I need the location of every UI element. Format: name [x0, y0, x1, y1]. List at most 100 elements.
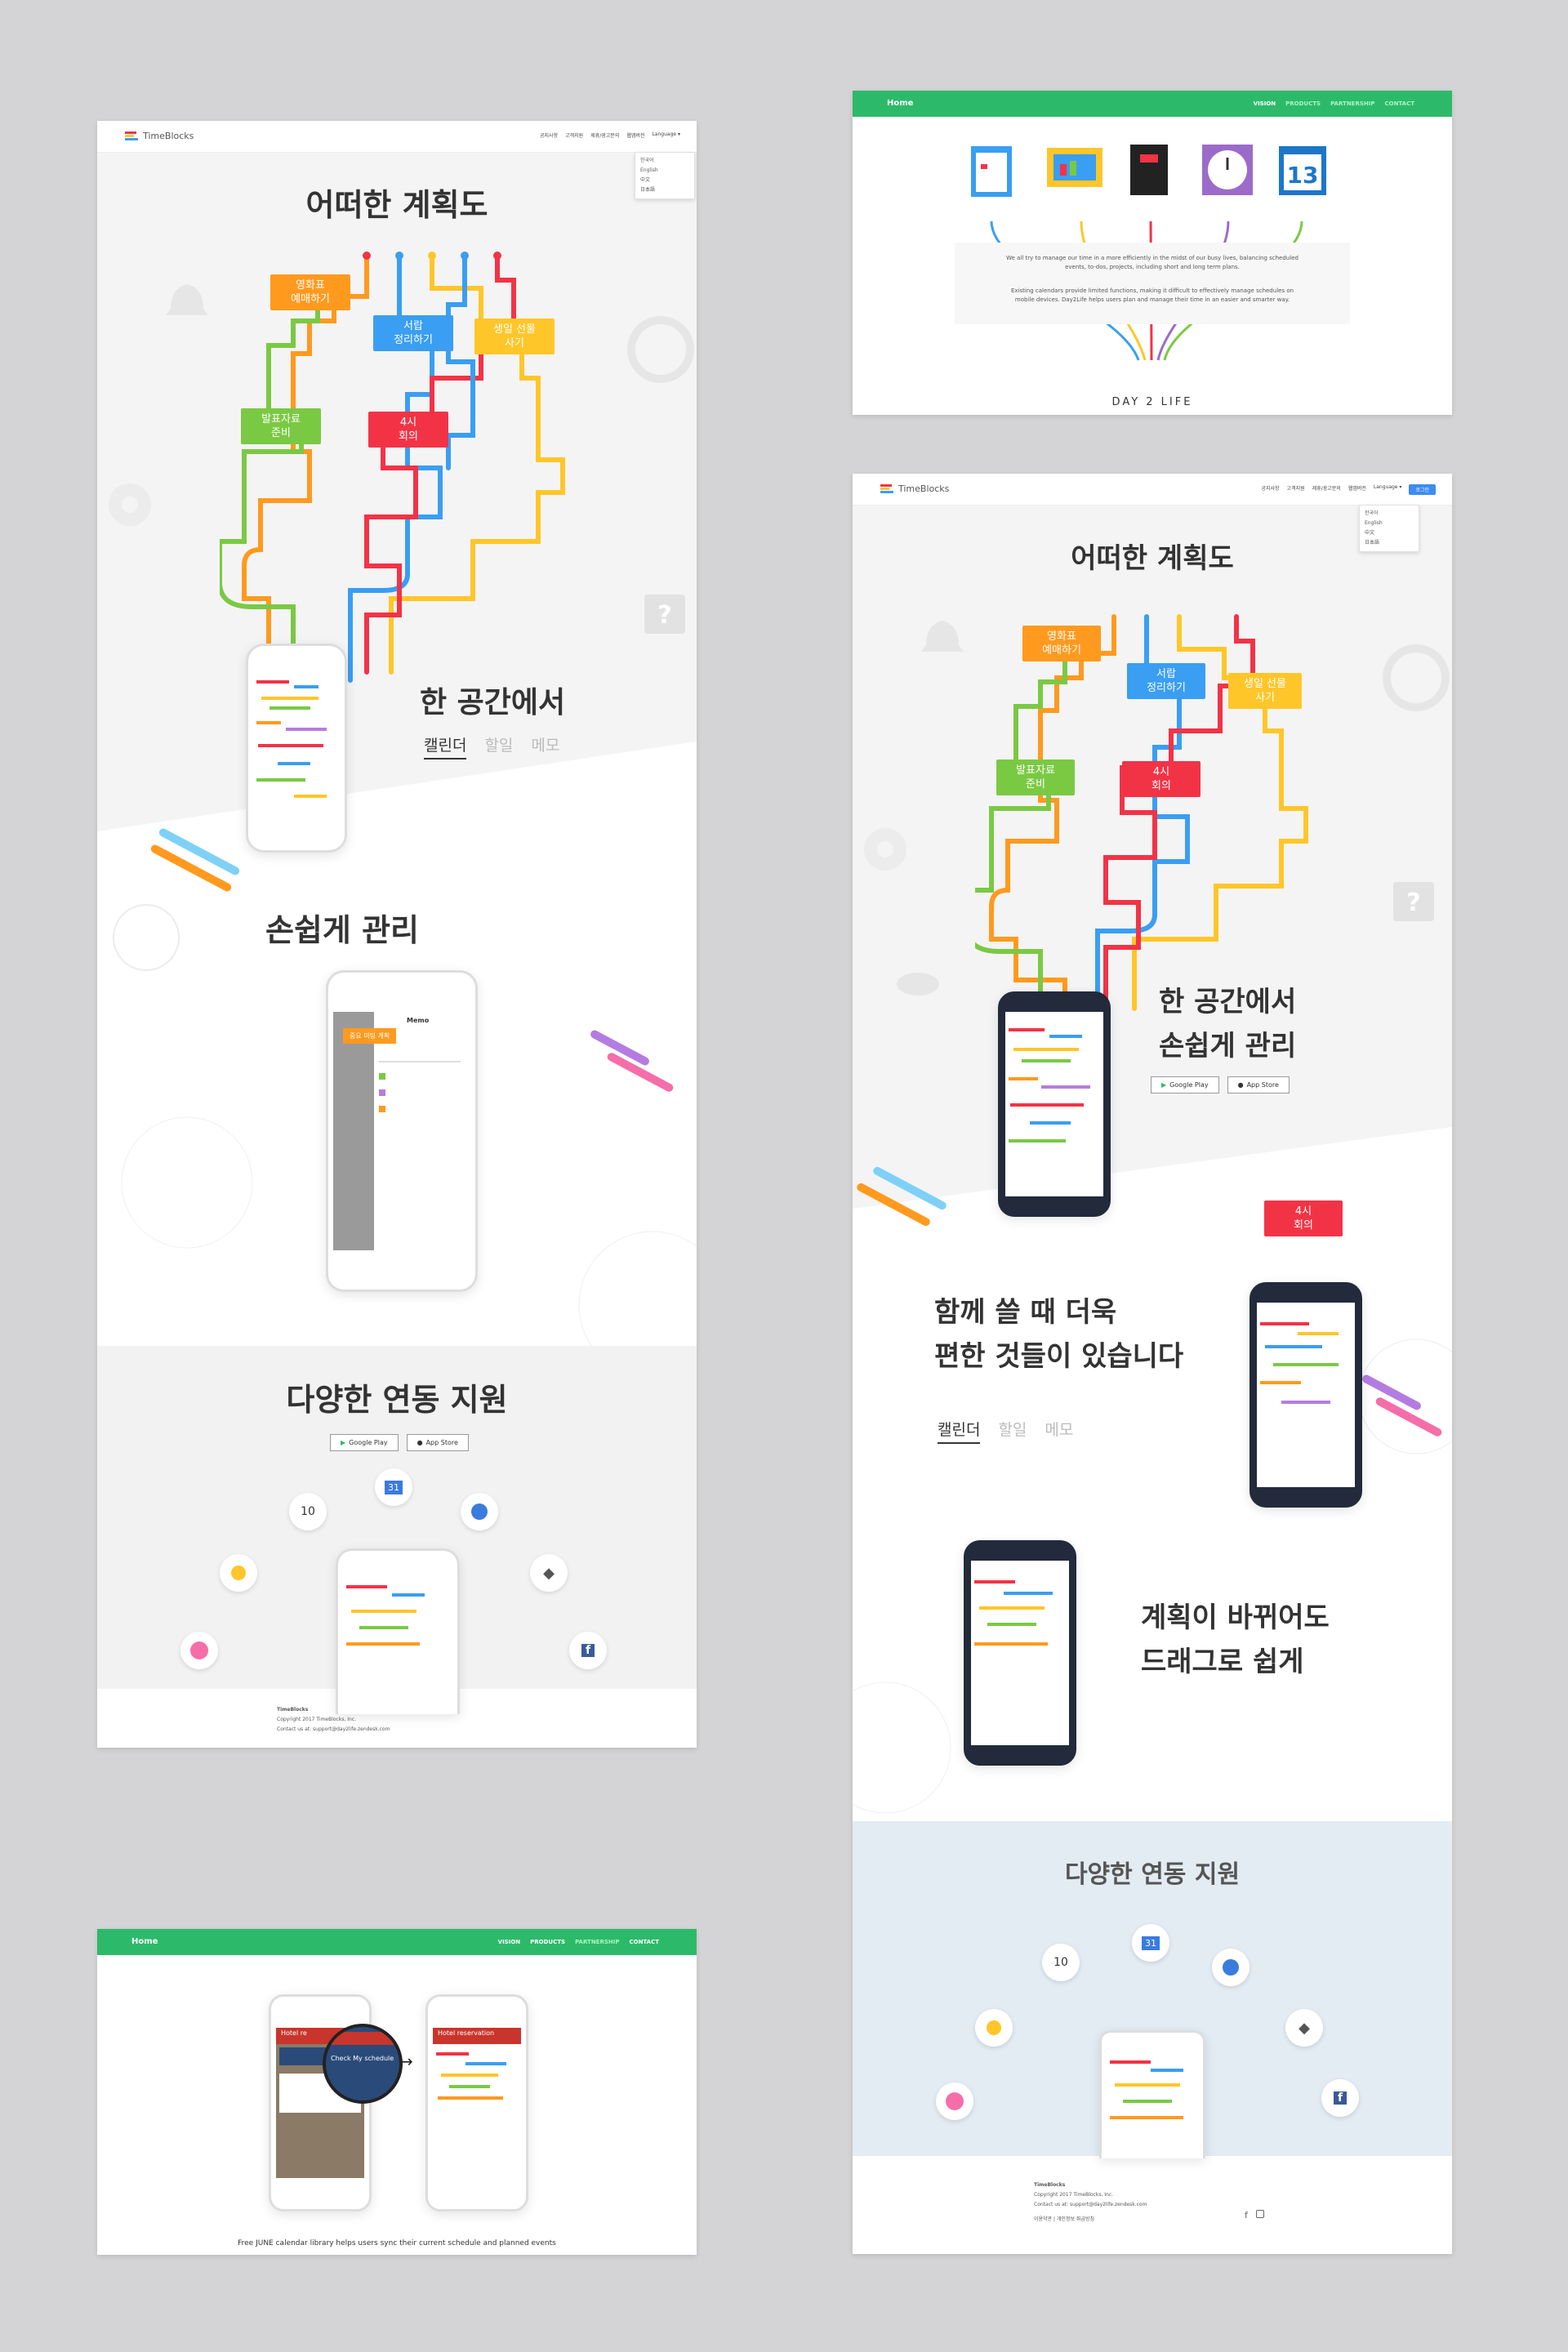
store-buttons: ▶ Google Play ● App Store [330, 1434, 469, 1451]
app-store-button[interactable]: ● App Store [406, 1434, 469, 1451]
login-button[interactable]: 로그인 [1409, 484, 1436, 495]
app-store-button[interactable]: ● App Store [1227, 1076, 1290, 1094]
memo-sidebar [333, 1012, 374, 1250]
section-line-1: 함께 쓸 때 더욱 [934, 1296, 1117, 1329]
nav-support[interactable]: 고객지원 [1287, 484, 1305, 495]
footer-brand: TimeBlocks [277, 1707, 309, 1713]
nav-vision[interactable]: VISION [1254, 100, 1276, 107]
tag-presentation: 발표자료 준비 [241, 408, 321, 444]
top-nav-green: Home VISION PRODUCTS PARTNERSHIP CONTACT [97, 1929, 697, 1955]
instagram-icon[interactable] [1256, 2210, 1264, 2218]
logo[interactable]: TimeBlocks [125, 131, 194, 141]
google-play-button[interactable]: ▶ Google Play [330, 1434, 399, 1451]
at-icon [1383, 644, 1450, 711]
tag-meeting-floating: 4시 회의 [1264, 1200, 1343, 1236]
memo-tag: 중요 미팅 계획 [343, 1028, 397, 1044]
phone-mockup-memo: Memo 중요 미팅 계획 [326, 970, 478, 1292]
landing-page-korean-v1: TimeBlocks 공지사항 고객지원 제휴/광고문의 웹앱버전 Langua… [97, 121, 697, 1748]
nav-links: VISION PRODUCTS PARTNERSHIP CONTACT [498, 1939, 659, 1945]
nav-links: VISION PRODUCTS PARTNERSHIP CONTACT [1254, 100, 1414, 107]
section-line-2: 드래그로 쉽게 [1141, 1646, 1304, 1678]
logo-icon [125, 131, 138, 141]
phone-mockup-integration [336, 1548, 460, 1714]
section-line-2: 손쉽게 관리 [1159, 1030, 1297, 1062]
section-line-1: 한 공간에서 [1159, 986, 1297, 1018]
svg-text:13: 13 [1287, 162, 1319, 189]
bell-icon [166, 284, 208, 315]
nav-contact[interactable]: CONTACT [1384, 100, 1414, 107]
google-play-label: Google Play [1169, 1081, 1209, 1089]
phone-mockup-hotel: Hotel reservation [425, 1994, 528, 2212]
lang-option[interactable]: 한국어 [1365, 509, 1414, 519]
app-store-label: App Store [1246, 1081, 1279, 1089]
footer-contact[interactable]: Contact us at: support@day2life.zendesk.… [1034, 2200, 1147, 2210]
nav-partnership[interactable]: 제휴/광고문의 [590, 131, 619, 139]
tag-organize-drawer: 서랍 정리하기 [373, 315, 453, 351]
section-integration-title: 다양한 연동 지원 [286, 1382, 508, 1418]
footer-copyright: Copyright 2017 TimeBlocks, Inc. [1034, 2192, 1114, 2198]
nav-partnership[interactable]: PARTNERSHIP [1330, 100, 1374, 107]
planning-tools-illustration: 13 [971, 145, 1326, 197]
logo[interactable]: TimeBlocks [880, 483, 949, 494]
nav-links: 공지사항 고객지원 제휴/광고문의 웹앱버전 Language ▾ [540, 131, 680, 139]
nav-partnership[interactable]: 제휴/광고문의 [1312, 484, 1341, 495]
nav-vision[interactable]: VISION [498, 1939, 520, 1945]
home-link[interactable]: Home [131, 1937, 158, 1946]
section-one-space-title: 한 공간에서 손쉽게 관리 [1159, 980, 1296, 1068]
home-link[interactable]: Home [887, 99, 913, 108]
footer-copyright: Copyright 2017 TimeBlocks, Inc. [277, 1717, 357, 1722]
lang-option[interactable]: English [1365, 519, 1414, 528]
lang-option[interactable]: 한국어 [640, 156, 689, 166]
top-nav: TimeBlocks 공지사항 고객지원 제휴/광고문의 웹앱버전 Langua… [853, 474, 1452, 506]
tab-todo[interactable]: 할일 [484, 733, 513, 760]
nav-webapp[interactable]: 웹앱버전 [1348, 484, 1366, 495]
tab-memo[interactable]: 메모 [1045, 1418, 1073, 1444]
tag-meeting: 4시 회의 [1122, 761, 1200, 797]
drag-calendar-screen [971, 1561, 1069, 1745]
footer-links[interactable]: 이용약관 | 개인정보 취급방침 [1034, 2215, 1147, 2225]
footer-contact[interactable]: Contact us at: support@day2life.zendesk.… [277, 1725, 390, 1735]
google-play-button[interactable]: ▶ Google Play [1151, 1076, 1219, 1094]
tab-memo[interactable]: 메모 [531, 733, 559, 760]
language-dropdown[interactable]: Language ▾ [652, 131, 680, 139]
phone-mockup-calendar [246, 644, 347, 853]
phone-mockup-integration [1099, 2030, 1205, 2158]
magnifier-callout: Check My schedule [323, 2024, 403, 2104]
lang-option[interactable]: English [640, 166, 689, 176]
logo-icon [880, 483, 893, 494]
section-share-title: 함께 쓸 때 더욱 편한 것들이 있습니다 [934, 1290, 1183, 1379]
nav-notice[interactable]: 공지사항 [540, 131, 558, 139]
feature-tabs: 캘린더 할일 메모 [424, 733, 559, 760]
memo-screen: Memo 중요 미팅 계획 [333, 1012, 470, 1250]
calendar-app-icon: 10 [289, 1493, 327, 1530]
weather-icon [975, 2009, 1013, 2047]
top-nav-green: Home VISION PRODUCTS PARTNERSHIP CONTACT [853, 91, 1452, 117]
vision-paragraph-2: Existing calendars provide limited funct… [1010, 287, 1294, 303]
calendar-screen [253, 664, 340, 832]
nav-notice[interactable]: 공지사항 [1261, 484, 1279, 495]
top-nav: TimeBlocks 공지사항 고객지원 제휴/광고문의 웹앱버전 Langua… [97, 121, 697, 153]
apple-icon: ● [1237, 1081, 1244, 1089]
integration-screen [343, 1569, 452, 1714]
tab-calendar[interactable]: 캘린더 [938, 1418, 981, 1444]
language-dropdown[interactable]: Language ▾ [1374, 484, 1402, 495]
tab-calendar[interactable]: 캘린더 [424, 733, 467, 760]
nav-products[interactable]: PRODUCTS [1285, 100, 1321, 107]
footer: TimeBlocks Copyright 2017 TimeBlocks, In… [1034, 2180, 1147, 2225]
app-header: Hotel reservation [433, 2028, 521, 2044]
bell-icon [921, 621, 964, 652]
vision-text-box: We all try to manage our time in a more … [955, 243, 1350, 324]
gear-icon [109, 483, 151, 526]
clock-icon [1202, 145, 1253, 195]
tab-todo[interactable]: 할일 [998, 1418, 1027, 1444]
nav-partnership[interactable]: PARTNERSHIP [575, 1939, 619, 1945]
facebook-icon: f [1321, 2079, 1359, 2117]
tag-organize-drawer: 서랍 정리하기 [1127, 663, 1205, 699]
nav-support[interactable]: 고객지원 [565, 131, 583, 139]
logo-text: TimeBlocks [898, 483, 950, 494]
nav-contact[interactable]: CONTACT [629, 1939, 659, 1945]
facebook-icon[interactable]: f [1245, 2210, 1248, 2221]
nav-webapp[interactable]: 웹앱버전 [626, 131, 644, 139]
calendar-app-icon: 10 [1042, 1944, 1080, 1981]
nav-products[interactable]: PRODUCTS [530, 1939, 565, 1945]
